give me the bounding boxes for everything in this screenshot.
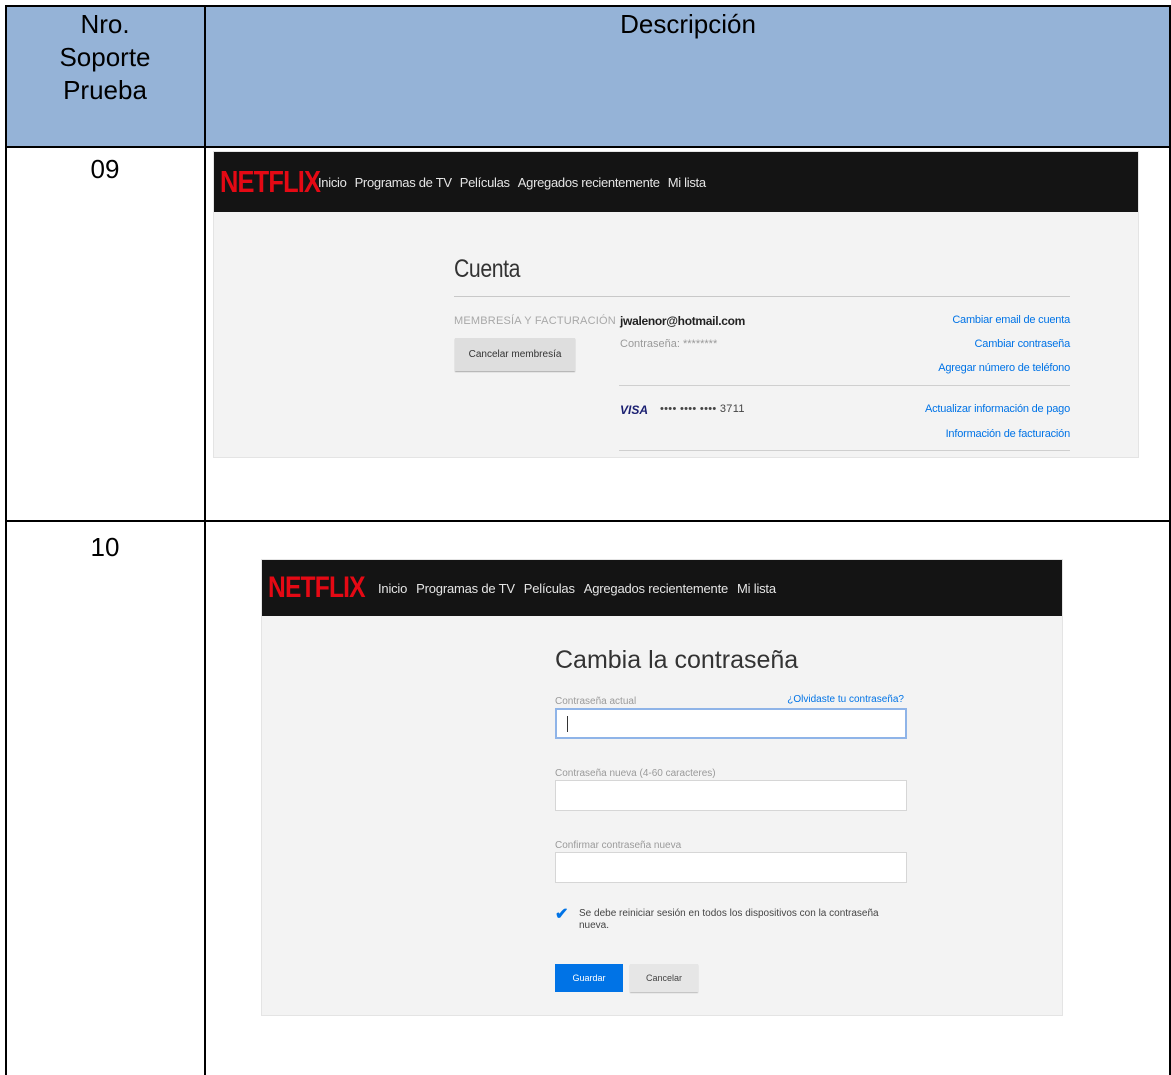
new-password-field[interactable] xyxy=(555,780,907,811)
card-number: •••• •••• •••• 3711 xyxy=(660,403,745,415)
netflix-change-password-screenshot: NETFLIX Inicio Programas de TV Películas… xyxy=(262,560,1062,1015)
current-password-label: Contraseña actual xyxy=(555,696,637,707)
cancel-button[interactable]: Cancelar xyxy=(630,964,698,992)
account-divider-3 xyxy=(619,450,1070,451)
visa-icon: VISA xyxy=(620,403,649,417)
nav-inicio[interactable]: Inicio xyxy=(318,175,347,190)
link-add-phone[interactable]: Agregar número de teléfono xyxy=(938,362,1070,374)
header-col1-text: Nro. Soporte Prueba xyxy=(59,9,151,105)
netflix-top-bar: NETFLIX Inicio Programas de TV Películas… xyxy=(262,560,1062,616)
account-divider-2 xyxy=(619,385,1070,386)
checkmark-icon[interactable]: ✔ xyxy=(555,907,571,923)
link-change-email[interactable]: Cambiar email de cuenta xyxy=(952,314,1070,326)
text-caret xyxy=(567,716,568,732)
header-descripcion: Descripción xyxy=(620,9,756,39)
confirm-password-field[interactable] xyxy=(555,852,907,883)
confirm-password-label: Confirmar contraseña nueva xyxy=(555,840,682,851)
nav-inicio[interactable]: Inicio xyxy=(378,581,407,596)
current-password-field[interactable] xyxy=(555,708,907,739)
table-border-top xyxy=(5,5,1171,7)
nav-agregados[interactable]: Agregados recientemente xyxy=(584,581,728,596)
link-billing-info[interactable]: Información de facturación xyxy=(946,428,1071,440)
table-column-divider xyxy=(204,5,206,1075)
link-update-payment[interactable]: Actualizar información de pago xyxy=(925,403,1070,415)
nav-programas-tv[interactable]: Programas de TV xyxy=(416,581,515,596)
account-title: Cuenta xyxy=(454,255,520,283)
change-password-title: Cambia la contraseña xyxy=(555,646,799,674)
nav-mi-lista[interactable]: Mi lista xyxy=(668,175,706,190)
nav-mi-lista[interactable]: Mi lista xyxy=(737,581,776,596)
nav-agregados[interactable]: Agregados recientemente xyxy=(518,175,660,190)
netflix-top-bar: NETFLIX Inicio Programas de TV Películas… xyxy=(214,152,1138,212)
account-password: Contraseña: ******** xyxy=(620,338,718,350)
account-email: jwalenor@hotmail.com xyxy=(620,314,746,328)
cancel-membership-button[interactable]: Cancelar membresía xyxy=(455,338,575,371)
row-number-09: 09 xyxy=(90,154,120,184)
signout-all-devices-label: Se debe reiniciar sesión en todos los di… xyxy=(579,908,879,931)
save-button[interactable]: Guardar xyxy=(555,964,623,992)
link-change-password[interactable]: Cambiar contraseña xyxy=(975,338,1071,350)
netflix-logo[interactable]: NETFLIX xyxy=(220,164,321,200)
table-row-divider xyxy=(5,520,1171,522)
account-divider xyxy=(454,296,1070,297)
new-password-label: Contraseña nueva (4-60 caracteres) xyxy=(555,768,716,779)
membership-label: MEMBRESÍA Y FACTURACIÓN xyxy=(454,315,616,327)
nav-programas-tv[interactable]: Programas de TV xyxy=(355,175,452,190)
netflix-account-screenshot: NETFLIX Inicio Programas de TV Películas… xyxy=(214,152,1138,457)
table-header-divider xyxy=(5,146,1171,148)
header-nro-soporte-prueba: Nro. Soporte Prueba xyxy=(6,8,204,107)
nav-peliculas[interactable]: Películas xyxy=(460,175,510,190)
netflix-logo[interactable]: NETFLIX xyxy=(268,571,366,605)
row-number-10: 10 xyxy=(90,532,120,562)
nav-peliculas[interactable]: Películas xyxy=(524,581,575,596)
netflix-nav: Inicio Programas de TV Películas Agregad… xyxy=(378,581,785,596)
netflix-nav: Inicio Programas de TV Películas Agregad… xyxy=(318,175,714,190)
forgot-password-link[interactable]: ¿Olvidaste tu contraseña? xyxy=(787,694,904,705)
